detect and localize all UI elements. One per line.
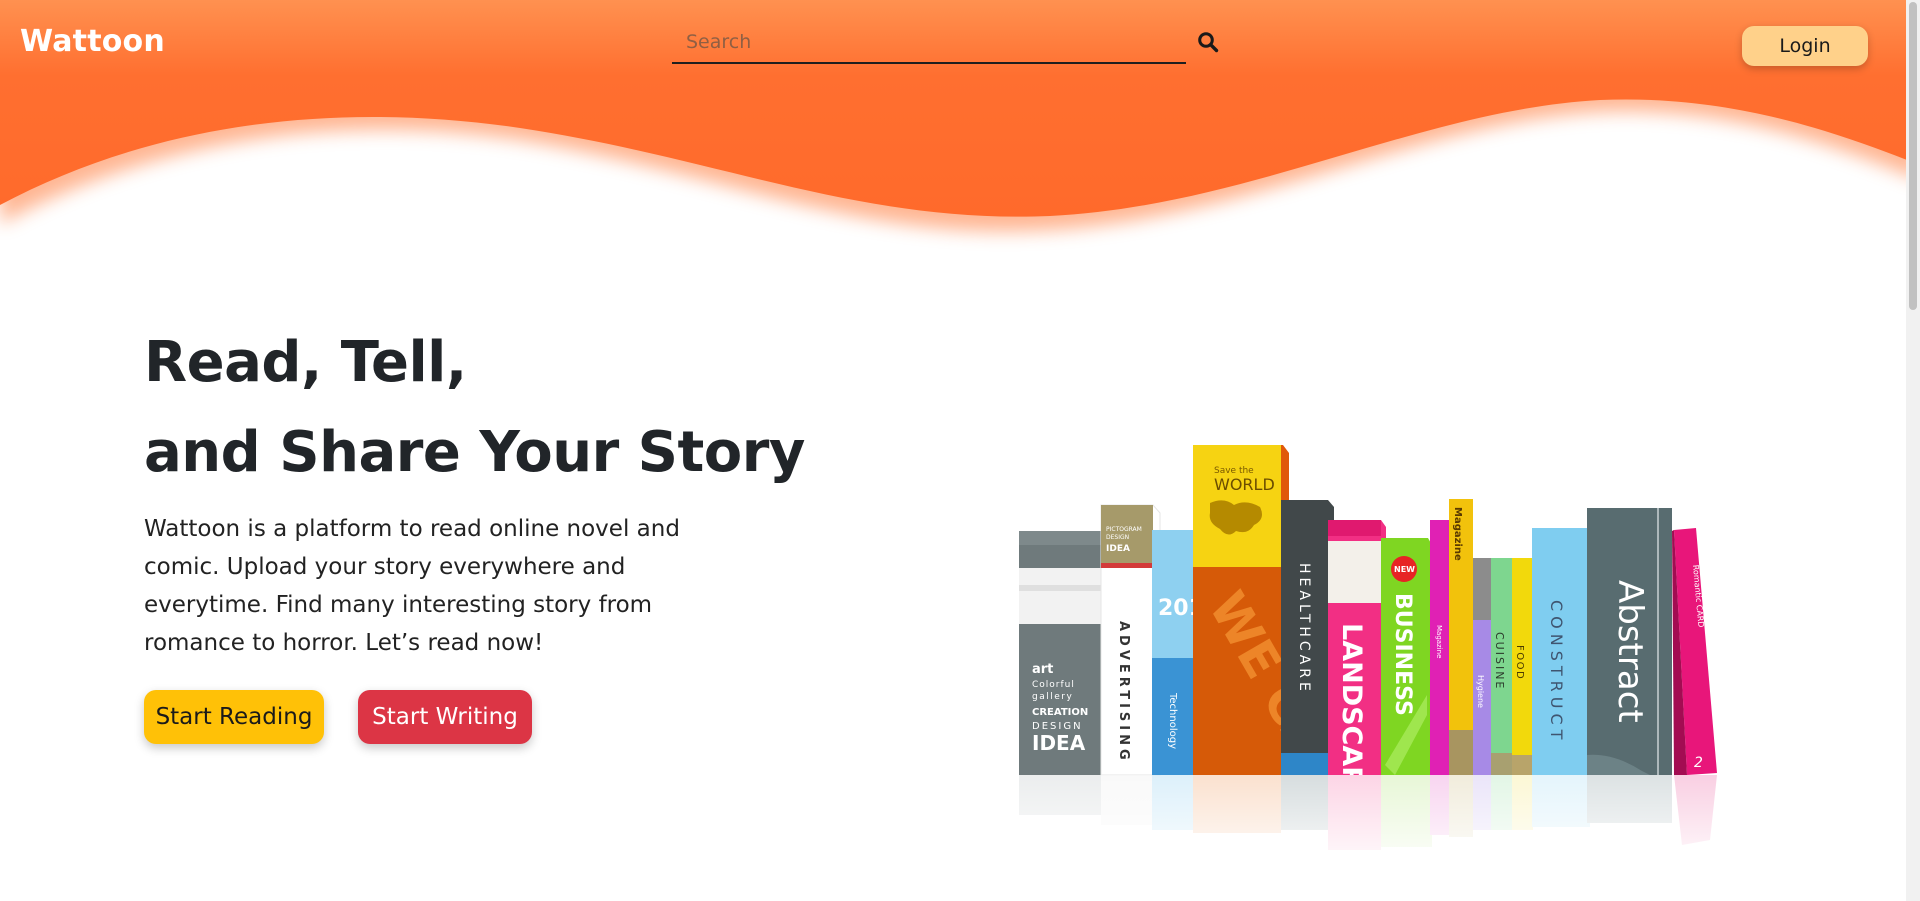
book-abstract: Abstract [1587, 508, 1672, 775]
search-bar [672, 22, 1220, 66]
book-text: NEW [1394, 565, 1415, 574]
search-icon[interactable] [1194, 28, 1222, 56]
book-text: Hygiene [1476, 675, 1485, 708]
book-text: Magazine [1452, 507, 1463, 561]
book-text: WORLD [1214, 475, 1275, 494]
start-reading-button[interactable]: Start Reading [144, 690, 324, 744]
book-text: FOOD [1514, 645, 1525, 680]
book-cuisine: CUISINE [1491, 558, 1513, 775]
hero-headline-line1: Read, Tell, [144, 330, 467, 395]
search-input[interactable] [672, 22, 1186, 64]
book-construct: CONSTRUCT [1532, 528, 1590, 775]
book-magazine-magenta: Magazine [1430, 520, 1450, 775]
book-text: BUSINESS [1390, 593, 1415, 716]
hero-description: Wattoon is a platform to read online nov… [144, 516, 680, 656]
book-text: CUISINE [1493, 632, 1506, 690]
book-healthcare: HEALTHCARE [1281, 500, 1334, 775]
page-scrollbar[interactable] [1906, 0, 1920, 901]
book-text: IDEA [1106, 544, 1130, 554]
book-food: FOOD [1512, 558, 1533, 775]
book-romantic-card: Romantic CARD 2 [1672, 528, 1717, 775]
book-text: Magazine [1435, 625, 1443, 658]
scrollbar-thumb[interactable] [1909, 2, 1917, 310]
book-text: Technology [1167, 692, 1178, 749]
book-art-idea: art Colorful gallery CREATION DESIGN IDE… [1019, 531, 1101, 775]
book-text: HEALTHCARE [1296, 563, 1312, 695]
book-advertising: PICTOGRAM DESIGN IDEA ADVERTISING [1100, 504, 1161, 776]
book-text: DESIGN [1106, 534, 1129, 541]
bookshelf-illustration: art Colorful gallery CREATION DESIGN IDE… [1010, 445, 1730, 875]
book-text: 2 [1694, 755, 1703, 771]
book-hygiene: Hygiene [1473, 558, 1492, 775]
book-business: NEW BUSINESS [1381, 538, 1432, 775]
book-text: Abstract [1610, 580, 1650, 723]
book-text: CREATION [1032, 707, 1088, 718]
login-button[interactable]: Login [1742, 26, 1868, 66]
book-text: ADVERTISING [1116, 621, 1131, 764]
book-text: Colorful [1032, 680, 1075, 690]
book-text: gallery [1032, 692, 1073, 702]
brand-logo[interactable]: Wattoon [20, 24, 165, 59]
start-writing-button[interactable]: Start Writing [358, 690, 532, 744]
hero-headline: Read, Tell, and Share Your Story [144, 318, 805, 498]
book-text: IDEA [1032, 731, 1086, 755]
book-landscape: LANDSCAPE [1328, 520, 1386, 805]
book-text: PICTOGRAM [1106, 526, 1142, 533]
book-text: CONSTRUCT [1547, 600, 1566, 744]
book-magazine-yellow: Magazine [1449, 499, 1473, 775]
book-text: art [1032, 662, 1053, 677]
hero-headline-line2: and Share Your Story [144, 420, 805, 485]
